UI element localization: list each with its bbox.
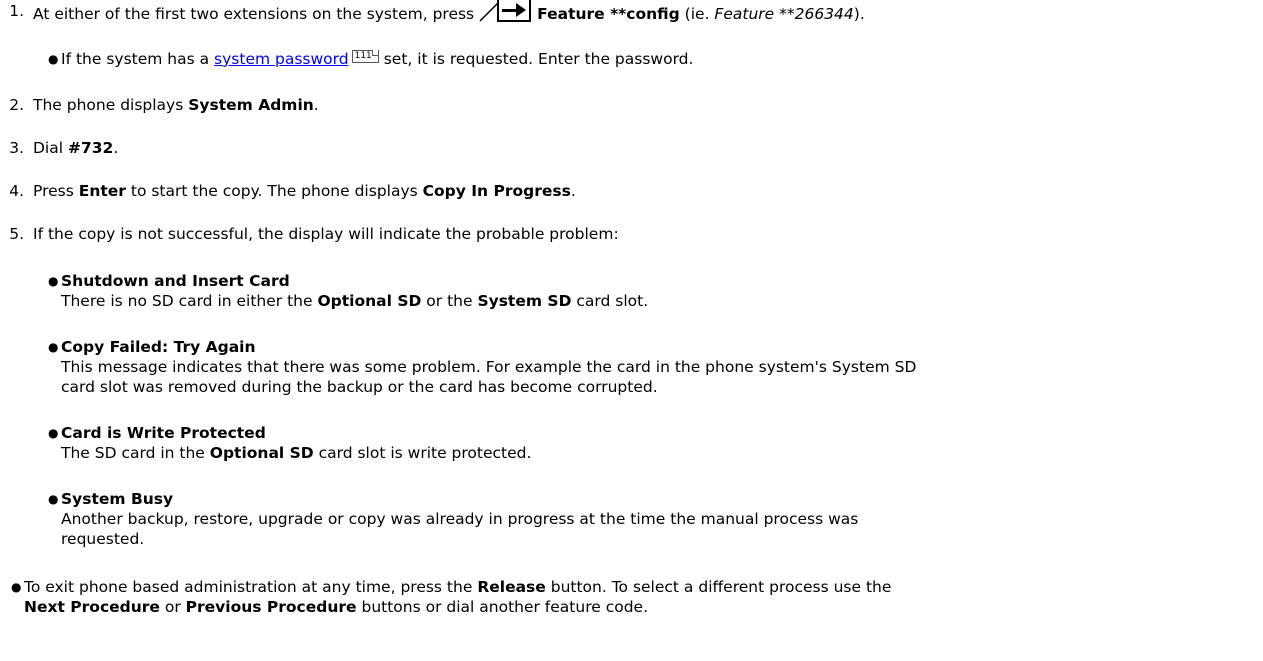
note-text: buttons or dial another feature code. bbox=[356, 598, 648, 616]
step-4-mid: to start the copy. The phone displays bbox=[125, 182, 423, 200]
problem-title-text: Copy Failed: Try Again bbox=[61, 338, 256, 356]
display-text: System Admin bbox=[188, 96, 314, 114]
problem-description: The SD card in the Optional SD card slot… bbox=[61, 443, 531, 463]
system-password-link[interactable]: system password bbox=[214, 50, 349, 68]
bullet-icon: ● bbox=[48, 274, 59, 288]
next-procedure-label: Next Procedure bbox=[24, 598, 160, 616]
step-1-text: At either of the first two extensions on… bbox=[33, 0, 865, 28]
previous-procedure-label: Previous Procedure bbox=[185, 598, 357, 616]
step-1-sub: ● If the system has a system password 111… bbox=[48, 49, 694, 69]
problem-title: ● Copy Failed: Try Again bbox=[48, 337, 256, 357]
desc-bold: System SD bbox=[477, 292, 572, 310]
exit-note-continued: Next Procedure or Previous Procedure but… bbox=[24, 597, 648, 617]
step-2-text: The phone displays System Admin. bbox=[33, 95, 319, 115]
problem-description: requested. bbox=[61, 530, 145, 548]
desc-text: There is no SD card in either the bbox=[61, 292, 318, 310]
step-1-intro: At either of the first two extensions on… bbox=[33, 5, 475, 23]
step-number: 4. bbox=[9, 182, 24, 200]
desc-bold: Optional SD bbox=[209, 444, 314, 462]
step-2-end: . bbox=[313, 96, 319, 114]
page-reference-icon[interactable]: 111 bbox=[351, 50, 379, 63]
step-5-text: If the copy is not successful, the displ… bbox=[33, 225, 619, 243]
step-4-intro: Press bbox=[33, 182, 79, 200]
feature-code: Feature **config bbox=[537, 5, 680, 23]
note-text: button. To select a different process us… bbox=[545, 578, 892, 596]
problem-description: Another backup, restore, upgrade or copy… bbox=[61, 510, 859, 528]
bullet-icon: ● bbox=[48, 52, 59, 66]
exit-note: ● To exit phone based administration at … bbox=[11, 577, 892, 597]
problem-title-text: System Busy bbox=[61, 490, 174, 508]
problem-description: This message indicates that there was so… bbox=[61, 358, 917, 376]
desc-text: The SD card in the bbox=[61, 444, 210, 462]
step-3-text: Dial #732. bbox=[33, 138, 118, 158]
step-number: 2. bbox=[9, 96, 24, 114]
note-text: or bbox=[159, 598, 186, 616]
bullet-icon: ● bbox=[48, 340, 59, 354]
step-number: 3. bbox=[9, 139, 24, 157]
bullet-icon: ● bbox=[48, 426, 59, 440]
desc-text: card slot. bbox=[571, 292, 649, 310]
sub-end: set, it is requested. Enter the password… bbox=[378, 50, 694, 68]
desc-bold: Optional SD bbox=[317, 292, 422, 310]
problem-title-text: Shutdown and Insert Card bbox=[61, 272, 290, 290]
problem-title: ● Shutdown and Insert Card bbox=[48, 271, 290, 291]
problem-title: ● System Busy bbox=[48, 489, 174, 509]
step-3-intro: Dial bbox=[33, 139, 68, 157]
feature-example: Feature **266344 bbox=[714, 5, 854, 23]
step-4-end: . bbox=[570, 182, 576, 200]
release-button-label: Release bbox=[477, 578, 546, 596]
note-text: To exit phone based administration at an… bbox=[24, 578, 478, 596]
problem-title: ● Card is Write Protected bbox=[48, 423, 266, 443]
desc-text: card slot is write protected. bbox=[313, 444, 532, 462]
dial-code: #732 bbox=[67, 139, 114, 157]
enter-key: Enter bbox=[78, 182, 126, 200]
step-1-mid: (ie. bbox=[679, 5, 715, 23]
problem-title-text: Card is Write Protected bbox=[61, 424, 266, 442]
step-4-text: Press Enter to start the copy. The phone… bbox=[33, 181, 576, 201]
step-3-end: . bbox=[113, 139, 119, 157]
step-1-end: ). bbox=[853, 5, 865, 23]
bullet-icon: ● bbox=[48, 492, 59, 506]
page-reference-number: 111 bbox=[354, 51, 372, 61]
display-text: Copy In Progress bbox=[422, 182, 571, 200]
problem-description: There is no SD card in either the Option… bbox=[61, 291, 648, 311]
step-number: 5. bbox=[9, 225, 24, 243]
bullet-icon: ● bbox=[11, 580, 22, 594]
problem-description: card slot was removed during the backup … bbox=[61, 378, 658, 396]
desc-text: or the bbox=[421, 292, 478, 310]
step-number: 1. bbox=[9, 2, 24, 20]
feature-key-icon bbox=[478, 0, 532, 28]
sub-intro: If the system has a bbox=[61, 50, 215, 68]
step-2-intro: The phone displays bbox=[33, 96, 189, 114]
